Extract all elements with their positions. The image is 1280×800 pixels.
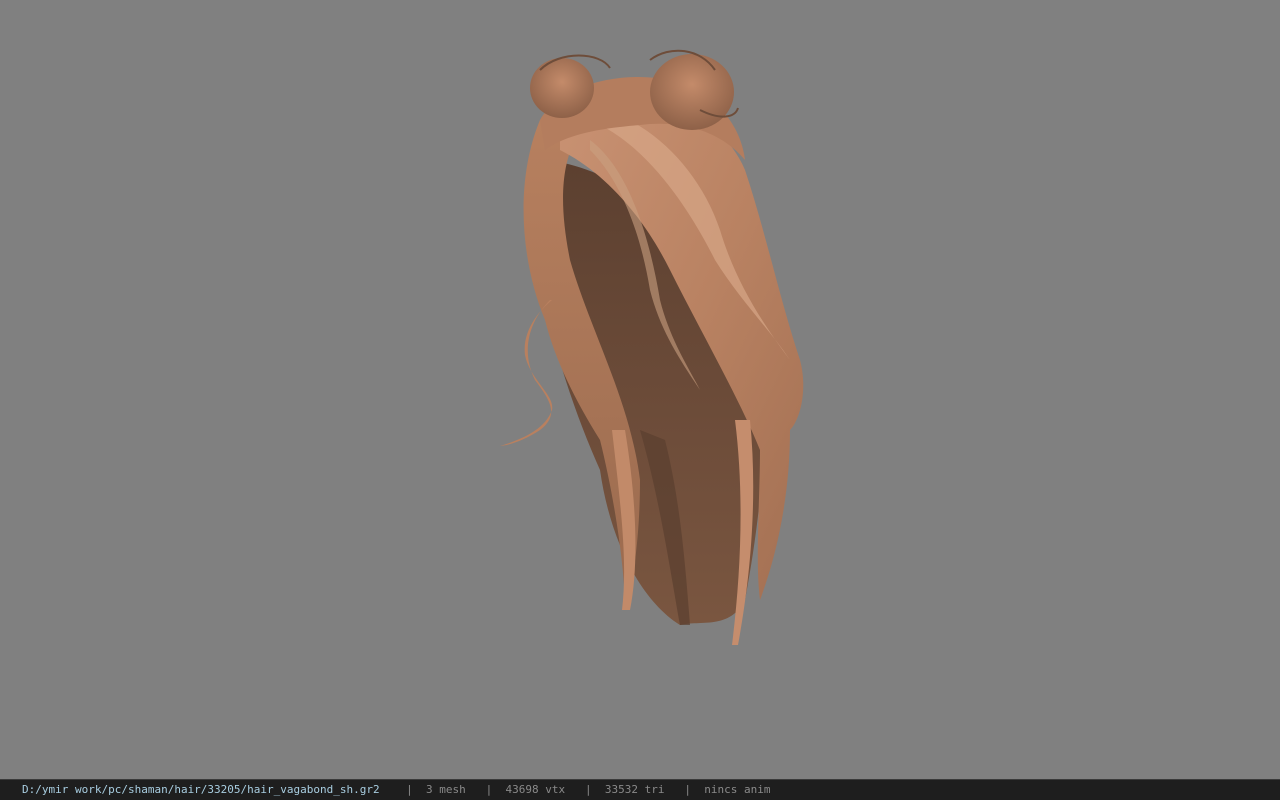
status-separator: | — [684, 783, 691, 796]
3d-viewport[interactable] — [0, 0, 1280, 779]
animation-status-label: nincs anim — [704, 783, 771, 796]
mesh-count-label: 3 mesh — [426, 783, 466, 796]
hair-model-render — [500, 49, 804, 645]
status-separator: | — [406, 783, 413, 796]
status-separator: | — [485, 783, 493, 796]
status-bar: D:/ymir work/pc/shaman/hair/33205/hair_v… — [0, 779, 1280, 800]
triangle-count-label: 33532 tri — [604, 783, 665, 796]
hair-curl-left — [500, 300, 553, 446]
status-separator: | — [584, 783, 592, 796]
hair-bun-left — [530, 58, 594, 118]
vertex-count-label: 43698 vtx — [505, 783, 566, 796]
file-path-label: D:/ymir work/pc/shaman/hair/33205/hair_v… — [22, 783, 380, 796]
hair-bun-right — [650, 54, 734, 130]
